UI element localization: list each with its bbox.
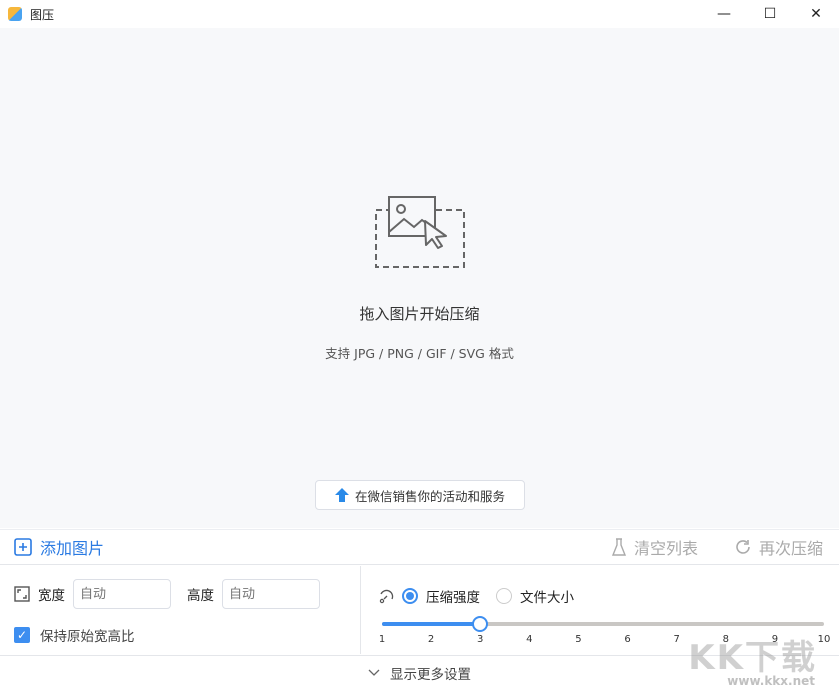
height-label: 高度 — [187, 588, 214, 604]
title-bar: 图压 — ☐ ✕ — [0, 0, 839, 28]
flask-icon — [612, 538, 626, 556]
show-more-label: 显示更多设置 — [390, 666, 471, 683]
slider-tick-label: 4 — [526, 634, 533, 645]
resize-icon — [14, 586, 30, 602]
radio-selected — [402, 588, 418, 604]
recompress-button[interactable]: 再次压缩 — [735, 535, 823, 559]
close-button[interactable]: ✕ — [793, 0, 839, 28]
keep-ratio-checkbox[interactable]: ✓ 保持原始宽高比 — [14, 625, 135, 645]
slider-tick-label: 1 — [378, 634, 386, 645]
width-input[interactable] — [73, 579, 171, 609]
drop-zone[interactable]: 拖入图片开始压缩 支持 JPG / PNG / GIF / SVG 格式 — [0, 28, 839, 528]
mode-filesize-radio[interactable]: 文件大小 — [496, 586, 574, 606]
clear-list-label: 清空列表 — [634, 539, 699, 558]
slider-tick-label: 2 — [427, 634, 435, 645]
slider-tick-label: 10 — [817, 634, 831, 645]
drop-subtitle: 支持 JPG / PNG / GIF / SVG 格式 — [325, 346, 514, 361]
watermark: KK下载 — [688, 638, 817, 678]
slider-tick-label: 6 — [624, 634, 631, 645]
slider-tick-label: 3 — [477, 634, 484, 645]
chevron-down-icon — [368, 669, 380, 676]
slider-fill — [382, 622, 481, 626]
mode-strength-label: 压缩强度 — [426, 590, 480, 606]
watermark-url: www.kkx.net — [727, 674, 815, 688]
size-settings: 宽度 高度 ✓ 保持原始宽高比 — [0, 566, 361, 654]
radio-unselected — [496, 588, 512, 604]
app-icon — [8, 7, 22, 21]
window-title: 图压 — [30, 7, 55, 22]
slider-handle[interactable] — [472, 616, 489, 632]
plus-square-icon — [14, 538, 32, 556]
gauge-icon — [379, 589, 394, 604]
promo-label: 在微信销售你的活动和服务 — [354, 488, 505, 504]
clear-list-button[interactable]: 清空列表 — [612, 535, 698, 559]
strength-slider[interactable] — [382, 616, 824, 632]
upload-arrow-icon — [334, 488, 349, 502]
minimize-button[interactable]: — — [701, 0, 747, 28]
promo-button[interactable]: 在微信销售你的活动和服务 — [315, 480, 525, 510]
refresh-icon — [736, 540, 750, 554]
mode-strength-radio[interactable]: 压缩强度 — [402, 586, 480, 606]
slider-tick-label: 7 — [673, 634, 680, 645]
image-drop-icon — [375, 196, 465, 268]
add-image-label: 添加图片 — [40, 539, 105, 558]
maximize-button[interactable]: ☐ — [747, 0, 793, 28]
checkmark-icon: ✓ — [14, 627, 30, 643]
mode-filesize-label: 文件大小 — [520, 590, 574, 606]
add-image-button[interactable]: 添加图片 — [14, 535, 104, 559]
slider-tick-label: 5 — [575, 634, 582, 645]
width-label: 宽度 — [38, 588, 65, 604]
height-input[interactable] — [222, 579, 320, 609]
toolbar: 添加图片 清空列表 再次压缩 — [0, 529, 839, 565]
keep-ratio-label: 保持原始宽高比 — [40, 629, 135, 645]
recompress-label: 再次压缩 — [759, 539, 824, 558]
drop-title: 拖入图片开始压缩 — [359, 305, 480, 323]
